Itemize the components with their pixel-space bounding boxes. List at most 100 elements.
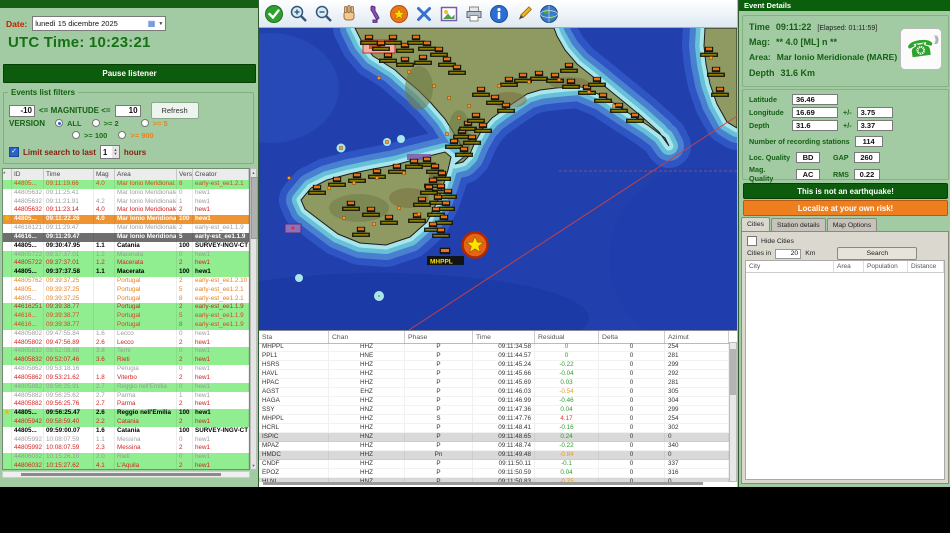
- event-row[interactable]: 44805632 09:11:21.91 4.2 Mar Ionio Meridion…: [3, 197, 249, 207]
- column-header[interactable]: Version: [177, 169, 193, 180]
- event-row[interactable]: 44805942 09:58:59.40 2.2 Catania 2 hew1: [3, 417, 249, 427]
- event-row[interactable]: 44806032 10:15:26.10 2.0 Rieti 0 hew1: [3, 453, 249, 462]
- event-row[interactable]: 44616... 09:11:29.47 Mar Ionio Meridional.…: [3, 232, 249, 242]
- station-row[interactable]: HAVL HHZ P 09:11:45.66 -0.04 0 292: [259, 370, 729, 379]
- event-row[interactable]: 44616... 09:39:38.77 Portugal 5 early-est_ee…: [3, 312, 249, 321]
- star-event-icon[interactable]: [387, 2, 411, 26]
- column-header[interactable]: Time: [44, 169, 94, 180]
- event-row[interactable]: 44805802 09:47:56.89 2.6 Lecco 2 hew1: [3, 338, 249, 348]
- info-icon[interactable]: [487, 2, 511, 26]
- column-header[interactable]: Sta: [259, 331, 329, 343]
- station-horizontal-scrollbar[interactable]: [263, 482, 703, 485]
- event-row[interactable]: 44805882 09:56:25.62 2.7 Parma 1 hew1: [3, 391, 249, 401]
- event-row[interactable]: 44616251 09:39:38.77 Portugal 2 early-est_ee…: [3, 303, 249, 313]
- version-radio-100[interactable]: [72, 131, 80, 139]
- zoom-in-icon[interactable]: [287, 2, 311, 26]
- world-icon[interactable]: [537, 2, 561, 26]
- column-header[interactable]: Phase: [405, 331, 473, 343]
- column-header[interactable]: Azimut: [665, 331, 729, 343]
- calendar-icon[interactable]: ▦: [148, 19, 156, 28]
- event-row[interactable]: 44805722 09:37:37.01 1.2 Macerata 0 hew1: [3, 250, 249, 260]
- column-header[interactable]: Distance: [908, 261, 944, 272]
- event-row[interactable]: 44805882 09:56:25.76 2.7 Parma 2 hew1: [3, 400, 249, 410]
- station-row[interactable]: HCRL HHZ P 09:11:48.41 -0.16 0 302: [259, 424, 729, 433]
- hours-stepper[interactable]: 1 ▲ ▼: [99, 145, 120, 159]
- station-row[interactable]: CNDF HHZ P 09:11:50.11 -0.1 0 337: [259, 460, 729, 469]
- column-header[interactable]: Population: [864, 261, 908, 272]
- draw-icon[interactable]: [512, 2, 536, 26]
- event-row[interactable]: 44616... 09:39:38.77 Portugal 8 early-est_ee…: [3, 321, 249, 330]
- close-icon[interactable]: [412, 2, 436, 26]
- event-row[interactable]: 44805862 09:53:18.16 Perugia 0 hew1: [3, 365, 249, 374]
- column-header[interactable]: Area: [834, 261, 864, 272]
- event-row[interactable]: 44805832 09:52:07.46 3.6 Rieti 2 hew1: [3, 356, 249, 366]
- tab-cities[interactable]: Cities: [741, 217, 770, 231]
- event-row[interactable]: 44805832 09:52:08.68 3.8 Terni 0 hew1: [3, 347, 249, 357]
- limit-search-checkbox[interactable]: ✓: [9, 147, 19, 157]
- italy-extent-icon[interactable]: [362, 2, 386, 26]
- station-row[interactable]: PPL1 HNE P 09:11:44.57 0 0 281: [259, 352, 729, 361]
- event-row[interactable]: 44805... 09:59:00.07 1.6 Catania 100 SURVEY-I…: [3, 426, 249, 436]
- column-header[interactable]: Delta: [599, 331, 665, 343]
- event-row[interactable]: 44805... 09:11:19.66 4.0 Mar Ionio Meridion…: [3, 180, 249, 189]
- column-header[interactable]: Creator: [193, 169, 249, 180]
- station-row[interactable]: HAGA HHZ P 09:11:46.99 -0.46 0 304: [259, 397, 729, 406]
- version-radio-5[interactable]: [140, 119, 149, 127]
- column-header[interactable]: Time: [473, 331, 535, 343]
- magnitude-min-input[interactable]: [9, 104, 35, 117]
- not-earthquake-button[interactable]: This is not an earthquake!: [743, 183, 948, 199]
- cities-radius-input[interactable]: [775, 248, 802, 259]
- event-row[interactable]: 44805... 09:30:47.95 1.1 Catania 100 SURVEY-I…: [3, 241, 249, 251]
- confirm-icon[interactable]: [262, 2, 286, 26]
- hide-cities-checkbox[interactable]: ✓: [747, 236, 757, 246]
- version-radio-900[interactable]: [118, 131, 127, 139]
- column-header[interactable]: City: [746, 261, 834, 272]
- station-row[interactable]: MHPPL HHZ S 09:11:47.76 4.17 0 254: [259, 415, 729, 424]
- station-row[interactable]: MHPPL HHZ P 09:11:34.58 0 0 254: [259, 343, 729, 352]
- seismic-map[interactable]: MHPPL: [259, 28, 737, 330]
- column-header[interactable]: Mag: [94, 169, 115, 180]
- column-header[interactable]: *: [3, 169, 12, 180]
- pan-hand-icon[interactable]: [337, 2, 361, 26]
- magnitude-max-input[interactable]: [114, 104, 141, 117]
- event-row[interactable]: 44805... 09:39:37.25 Portugal 5 early-est_ee…: [3, 285, 249, 295]
- events-horizontal-scrollbar[interactable]: [2, 471, 250, 478]
- station-row[interactable]: SSY HNZ P 09:11:47.36 0.04 0 299: [259, 406, 729, 415]
- column-header[interactable]: Chan: [329, 331, 405, 343]
- station-row[interactable]: AGST EHZ P 09:11:46.03 -0.54 0 305: [259, 388, 729, 397]
- search-cities-button[interactable]: Search: [837, 247, 918, 260]
- station-row[interactable]: HMDC HHZ Pn 09:11:49.48 -0.84 0 0: [259, 451, 729, 460]
- column-header[interactable]: ID: [12, 169, 44, 180]
- event-row[interactable]: 44805722 09:37:37.01 1.2 Macerata 2 hew1: [3, 259, 249, 269]
- station-row[interactable]: HPAC HHZ P 09:11:45.69 0.03 0 281: [259, 379, 729, 388]
- event-row[interactable]: 44805802 09:47:55.84 1.6 Lecco 0 hew1: [3, 329, 249, 339]
- version-radio-all[interactable]: [55, 119, 64, 127]
- column-header[interactable]: Residual: [535, 331, 599, 343]
- tab-station-details[interactable]: Station details: [771, 218, 826, 231]
- station-row[interactable]: EPOZ HHZ P 09:11:50.59 0.04 0 316: [259, 469, 729, 478]
- latitude-value[interactable]: 36.46: [792, 94, 838, 105]
- snapshot-icon[interactable]: [437, 2, 461, 26]
- pause-listener-button[interactable]: Pause listener: [3, 64, 256, 83]
- event-row[interactable]: 44806032 10:15:27.62 4.1 L'Aquila 2 hew1: [3, 462, 249, 469]
- event-row[interactable]: 44805862 09:53:21.62 1.8 Viterbo 2 hew1: [3, 373, 249, 383]
- event-row[interactable]: 44805... 09:37:37.58 1.1 Macerata 100 hew1: [3, 268, 249, 277]
- event-row[interactable]: ★ 44805... 09:11:22.26 4.0 Mar Ionio Meridio…: [3, 215, 249, 225]
- refresh-button[interactable]: Refresh: [150, 102, 199, 119]
- station-row[interactable]: ISPIC HNZ P 09:11:48.65 0.24 0 0: [259, 433, 729, 442]
- event-row[interactable]: 44805882 09:56:25.91 2.7 Reggio nell'Emilia…: [3, 382, 249, 392]
- tab-map-options[interactable]: Map Options: [826, 218, 878, 231]
- call-button[interactable]: ☎ ))): [900, 28, 942, 70]
- chevron-down-icon[interactable]: ▼: [158, 21, 163, 27]
- event-row[interactable]: 44805632 09:11:25.41 Mar Ionio Meridionale…: [3, 188, 249, 198]
- longitude-error[interactable]: 3.75: [856, 107, 893, 118]
- version-radio-2[interactable]: [91, 119, 100, 127]
- event-row[interactable]: 44805992 10:08:07.59 2.3 Messina 2 hew1: [3, 444, 249, 454]
- event-row[interactable]: ★ 44805... 09:56:25.47 2.6 Reggio nell'Emili…: [3, 409, 249, 418]
- station-row[interactable]: HSRS HHZ P 09:11:45.24 -0.22 0 299: [259, 361, 729, 370]
- epicenter-marker[interactable]: [461, 231, 489, 259]
- localize-button[interactable]: Localize at your own risk!: [743, 200, 948, 216]
- event-row[interactable]: 44805632 09:11:23.14 4.0 Mar Ionio Meridion…: [3, 206, 249, 216]
- stepper-arrows-icon[interactable]: ▲ ▼: [111, 146, 119, 158]
- column-header[interactable]: Area: [115, 169, 177, 180]
